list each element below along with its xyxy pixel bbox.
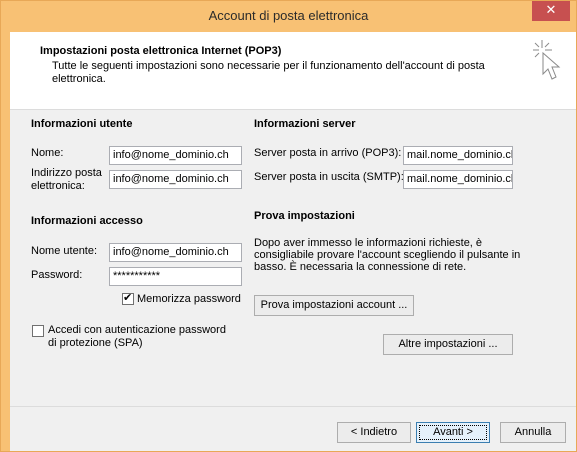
outgoing-server-label: Server posta in uscita (SMTP):	[254, 171, 404, 183]
password-field[interactable]: ***********	[109, 267, 242, 286]
username-field[interactable]: info@nome_dominio.ch	[109, 243, 242, 262]
window-border	[1, 32, 10, 451]
spa-label-line1: Accedi con autenticazione password	[48, 324, 226, 336]
footer-separator	[10, 406, 576, 407]
title-bar[interactable]: Account di posta elettronica ✕	[1, 1, 576, 32]
back-button[interactable]: < Indietro	[337, 422, 411, 443]
wizard-header: Impostazioni posta elettronica Internet …	[10, 32, 576, 110]
test-settings-description: Dopo aver immesso le informazioni richie…	[254, 237, 521, 273]
more-settings-button[interactable]: Altre impostazioni ...	[383, 334, 513, 355]
user-info-title: Informazioni utente	[31, 118, 133, 130]
next-button[interactable]: Avanti >	[416, 422, 490, 443]
window-title: Account di posta elettronica	[208, 8, 369, 23]
remember-password-checkbox[interactable]	[122, 291, 134, 305]
cursor-sparkle-icon	[533, 40, 561, 80]
cancel-button[interactable]: Annulla	[500, 422, 566, 443]
test-settings-title: Prova impostazioni	[254, 210, 355, 222]
username-label: Nome utente:	[31, 245, 98, 257]
incoming-server-label: Server posta in arrivo (POP3):	[254, 147, 402, 159]
name-field[interactable]: info@nome_dominio.ch	[109, 146, 242, 165]
access-info-title: Informazioni accesso	[31, 215, 143, 227]
close-button[interactable]: ✕	[532, 1, 570, 21]
email-label-line2: elettronica:	[31, 180, 85, 192]
header-title: Impostazioni posta elettronica Internet …	[40, 45, 282, 57]
test-account-button[interactable]: Prova impostazioni account ...	[254, 295, 414, 316]
name-label: Nome:	[31, 147, 64, 159]
spa-checkbox[interactable]	[32, 325, 44, 337]
password-label: Password:	[31, 269, 83, 281]
remember-password-label: Memorizza password	[137, 293, 241, 305]
email-account-window: Account di posta elettronica ✕ Impostazi…	[0, 0, 577, 452]
outgoing-server-field[interactable]: mail.nome_dominio.ch	[403, 170, 513, 189]
header-description: Tutte le seguenti impostazioni sono nece…	[52, 60, 485, 85]
focus-rectangle	[419, 425, 487, 440]
email-label-line1: Indirizzo posta	[31, 167, 102, 179]
email-field[interactable]: info@nome_dominio.ch	[109, 170, 242, 189]
incoming-server-field[interactable]: mail.nome_dominio.ch	[403, 146, 513, 165]
server-info-title: Informazioni server	[254, 118, 356, 130]
spa-label-line2: di protezione (SPA)	[48, 337, 143, 349]
